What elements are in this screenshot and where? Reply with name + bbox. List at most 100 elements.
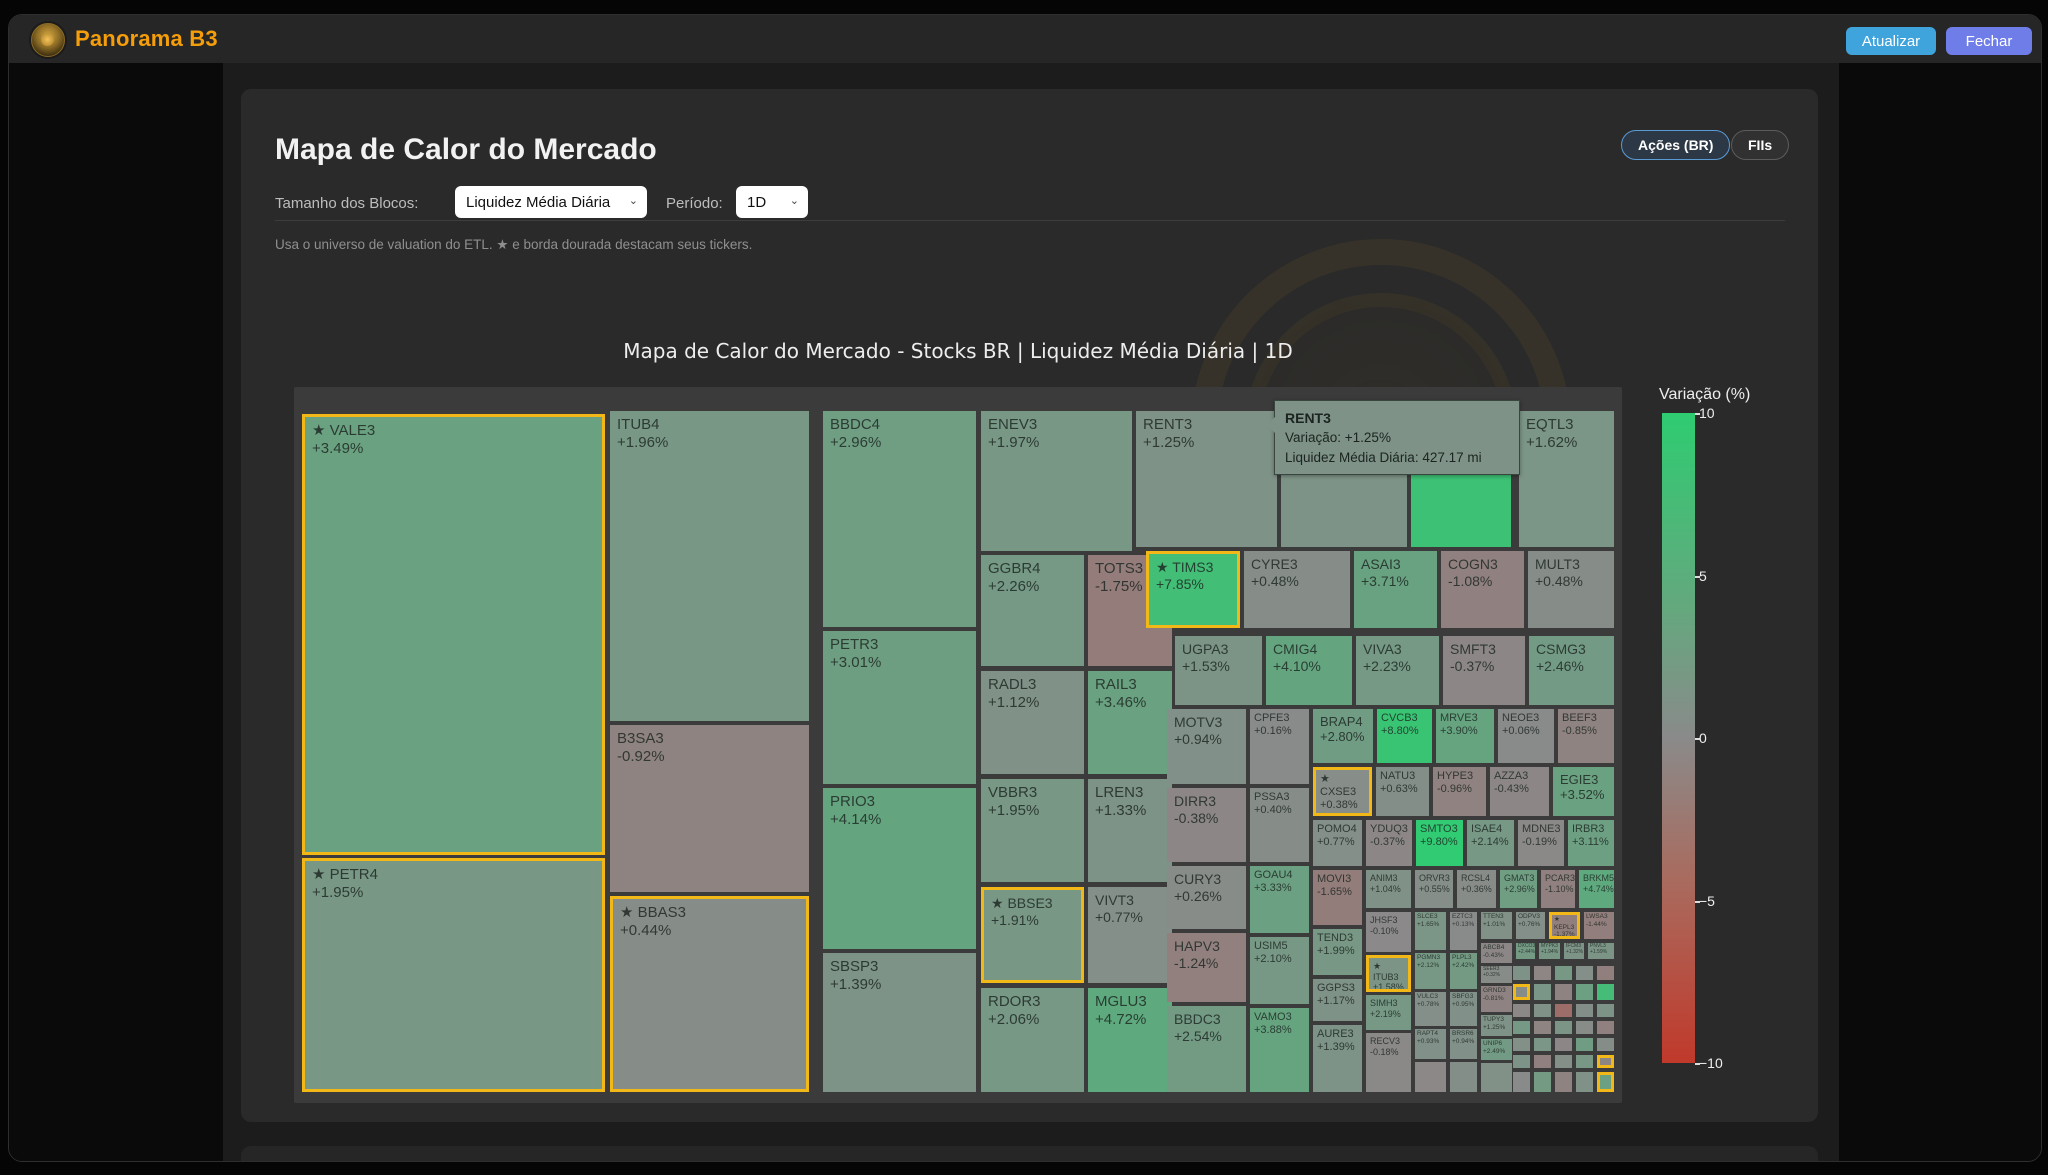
treemap-cell[interactable] [1597, 1004, 1614, 1017]
treemap-cell[interactable] [1576, 966, 1593, 980]
treemap-cell-YDUQ3[interactable]: YDUQ3-0.37% [1366, 820, 1412, 866]
treemap-cell-CMIG4[interactable]: CMIG4+4.10% [1266, 636, 1352, 705]
treemap-cell[interactable] [1513, 1021, 1530, 1034]
treemap-cell-ASAI3[interactable]: ASAI3+3.71% [1354, 551, 1437, 628]
treemap-cell-PRIO3[interactable]: PRIO3+4.14% [823, 788, 976, 949]
treemap-cell-NATU3[interactable]: NATU3+0.63% [1376, 767, 1429, 816]
treemap-cell-IRBR3[interactable]: IRBR3+3.11% [1568, 820, 1614, 866]
treemap-cell-BEEF3[interactable]: BEEF3-0.85% [1558, 709, 1614, 763]
treemap-cell[interactable] [1576, 1072, 1593, 1092]
treemap-cell[interactable] [1481, 1063, 1512, 1092]
treemap-cell-RENT3[interactable]: RENT3+1.25% [1136, 411, 1277, 547]
treemap-cell-VAMO3[interactable]: VAMO3+3.88% [1250, 1008, 1309, 1092]
treemap-cell-MOVI3[interactable]: MOVI3-1.65% [1313, 870, 1362, 925]
treemap-cell-KEPL3[interactable]: ★ KEPL3-1.37% [1549, 912, 1580, 939]
treemap-cell-VULC3[interactable]: VULC3+0.78% [1415, 992, 1446, 1026]
treemap-cell[interactable] [1513, 1004, 1530, 1017]
treemap-cell[interactable] [1555, 1055, 1572, 1068]
treemap-cell[interactable] [1576, 1038, 1593, 1051]
treemap-cell[interactable] [1555, 966, 1572, 980]
treemap-cell-BBDC3[interactable]: BBDC3+2.54% [1167, 1006, 1246, 1092]
update-button[interactable]: Atualizar [1846, 27, 1936, 55]
treemap-cell-TUPY3[interactable]: TUPY3+1.25% [1481, 1015, 1512, 1036]
treemap-cell[interactable] [1597, 966, 1614, 980]
treemap-cell[interactable] [1534, 1055, 1551, 1068]
period-select[interactable]: 1D ⌄ [736, 186, 808, 218]
treemap-cell[interactable] [1513, 1055, 1530, 1068]
treemap-cell-HAPV3[interactable]: HAPV3-1.24% [1167, 933, 1246, 1002]
treemap-cell[interactable] [1513, 984, 1530, 1000]
treemap-cell-NEOE3[interactable]: NEOE3+0.06% [1498, 709, 1554, 763]
treemap-cell[interactable] [1555, 1072, 1572, 1092]
treemap-cell[interactable] [1415, 1062, 1446, 1092]
treemap-cell[interactable] [1513, 1038, 1530, 1051]
close-button[interactable]: Fechar [1946, 27, 2032, 55]
treemap-cell[interactable] [1555, 984, 1572, 1000]
treemap-cell-BRAP4[interactable]: BRAP4+2.80% [1313, 709, 1373, 763]
treemap-cell[interactable] [1534, 966, 1551, 980]
treemap-cell-TIMS3[interactable]: ★ TIMS3+7.85% [1146, 551, 1240, 628]
treemap-cell-BBAS3[interactable]: ★ BBAS3+0.44% [610, 896, 809, 1092]
treemap-cell-ITUB3[interactable]: ★ ITUB3+1.58% [1366, 955, 1411, 992]
treemap-cell[interactable] [1597, 1038, 1614, 1051]
treemap-cell-ABCB4[interactable]: ABCB4-0.43% [1481, 943, 1512, 963]
treemap-cell-AURE3[interactable]: AURE3+1.39% [1313, 1025, 1362, 1092]
treemap-cell-PETR3[interactable]: PETR3+3.01% [823, 631, 976, 784]
treemap-cell-CSMG3[interactable]: CSMG3+2.46% [1529, 636, 1614, 705]
treemap-cell-CYRE3[interactable]: CYRE3+0.48% [1244, 551, 1350, 628]
treemap-cell[interactable] [1513, 966, 1530, 980]
treemap-cell[interactable] [1534, 1072, 1551, 1092]
treemap-cell-MOTV3[interactable]: MOTV3+0.94% [1167, 709, 1246, 784]
treemap-cell-CPFE3[interactable]: CPFE3+0.16% [1250, 709, 1309, 784]
treemap-cell-GOAU4[interactable]: GOAU4+3.33% [1250, 866, 1309, 933]
treemap-cell-RCSL4[interactable]: RCSL4+0.36% [1457, 870, 1496, 908]
treemap-cell-DIRR3[interactable]: DIRR3-0.38% [1167, 788, 1246, 862]
treemap-cell-MYPK3[interactable]: MYPK3+1.94% [1539, 943, 1560, 959]
treemap-cell-BBDC4[interactable]: BBDC4+2.96% [823, 411, 976, 627]
treemap-cell[interactable] [1534, 984, 1551, 1000]
treemap-cell-VIVT3[interactable]: VIVT3+0.77% [1088, 887, 1172, 983]
treemap-cell[interactable] [1597, 984, 1614, 1000]
treemap-cell-CXSE3[interactable]: ★ CXSE3+0.38% [1313, 767, 1372, 816]
treemap-cell-GGPS3[interactable]: GGPS3+1.17% [1313, 979, 1362, 1021]
treemap-cell-POMO4[interactable]: POMO4+0.77% [1313, 820, 1362, 866]
treemap-cell-DXCO3[interactable]: DXCO3+2.44% [1516, 943, 1535, 959]
treemap-cell-UNIP6[interactable]: UNIP6+2.49% [1481, 1039, 1512, 1060]
treemap-cell-VIVA3[interactable]: VIVA3+2.23% [1356, 636, 1439, 705]
treemap-cell-BRSR6[interactable]: BRSR6+0.94% [1450, 1029, 1477, 1059]
treemap-cell-MGLU3[interactable]: MGLU3+4.72% [1088, 988, 1172, 1092]
treemap-cell-ISAE4[interactable]: ISAE4+2.14% [1467, 820, 1514, 866]
treemap-cell-VALE3[interactable]: ★ VALE3+3.49% [302, 414, 605, 855]
treemap-cell-COGN3[interactable]: COGN3-1.08% [1441, 551, 1524, 628]
treemap-cell-RECV3[interactable]: RECV3-0.18% [1366, 1033, 1411, 1092]
treemap-cell-EZTC3[interactable]: EZTC3+0.13% [1450, 912, 1477, 950]
treemap-cell-B3SA3[interactable]: B3SA3-0.92% [610, 725, 809, 892]
treemap-cell-BRKM5[interactable]: BRKM5+4.74% [1579, 870, 1614, 908]
treemap-cell[interactable] [1576, 1004, 1593, 1017]
treemap-cell-ODPV3[interactable]: ODPV3+0.76% [1516, 912, 1545, 939]
treemap-cell-AZZA3[interactable]: AZZA3-0.43% [1490, 767, 1549, 816]
tab-fiis[interactable]: FIIs [1731, 130, 1789, 160]
treemap-cell-TEND3[interactable]: TEND3+1.99% [1313, 929, 1362, 975]
treemap-cell-GMAT3[interactable]: GMAT3+2.96% [1500, 870, 1537, 908]
block-size-select[interactable]: Liquidez Média Diária ⌄ [455, 186, 647, 218]
treemap-cell-RDOR3[interactable]: RDOR3+2.06% [981, 988, 1084, 1092]
treemap-cell[interactable] [1555, 1021, 1572, 1034]
treemap-cell-RAPT4[interactable]: RAPT4+0.93% [1415, 1029, 1446, 1059]
treemap-cell-ANIM3[interactable]: ANIM3+1.04% [1366, 870, 1411, 908]
treemap-cell-PGMN3[interactable]: PGMN3+2.12% [1415, 953, 1446, 989]
treemap-cell-EGIE3[interactable]: EGIE3+3.52% [1553, 767, 1614, 816]
treemap-cell-PNVL3[interactable]: PNVL3+1.59% [1588, 943, 1614, 959]
treemap-cell-CVCB3[interactable]: CVCB3+8.80% [1377, 709, 1432, 763]
treemap-cell-GRND3[interactable]: GRND3-0.81% [1481, 986, 1512, 1012]
treemap-cell-TTEN3[interactable]: TTEN3+1.01% [1481, 912, 1512, 939]
treemap-cell-UGPA3[interactable]: UGPA3+1.53% [1175, 636, 1262, 705]
treemap-cell-RADL3[interactable]: RADL3+1.12% [981, 671, 1084, 774]
treemap-cell-GGBR4[interactable]: GGBR4+2.26% [981, 555, 1084, 666]
treemap-cell-SLCE3[interactable]: SLCE3+1.65% [1415, 912, 1446, 950]
treemap-cell-CURY3[interactable]: CURY3+0.26% [1167, 866, 1246, 929]
treemap-cell-SIMH3[interactable]: SIMH3+2.19% [1366, 995, 1411, 1030]
treemap-cell-SBFG3[interactable]: SBFG3+0.95% [1450, 992, 1477, 1026]
treemap-cell[interactable] [1576, 1021, 1593, 1034]
treemap-cell-JHSF3[interactable]: JHSF3-0.10% [1366, 912, 1411, 952]
